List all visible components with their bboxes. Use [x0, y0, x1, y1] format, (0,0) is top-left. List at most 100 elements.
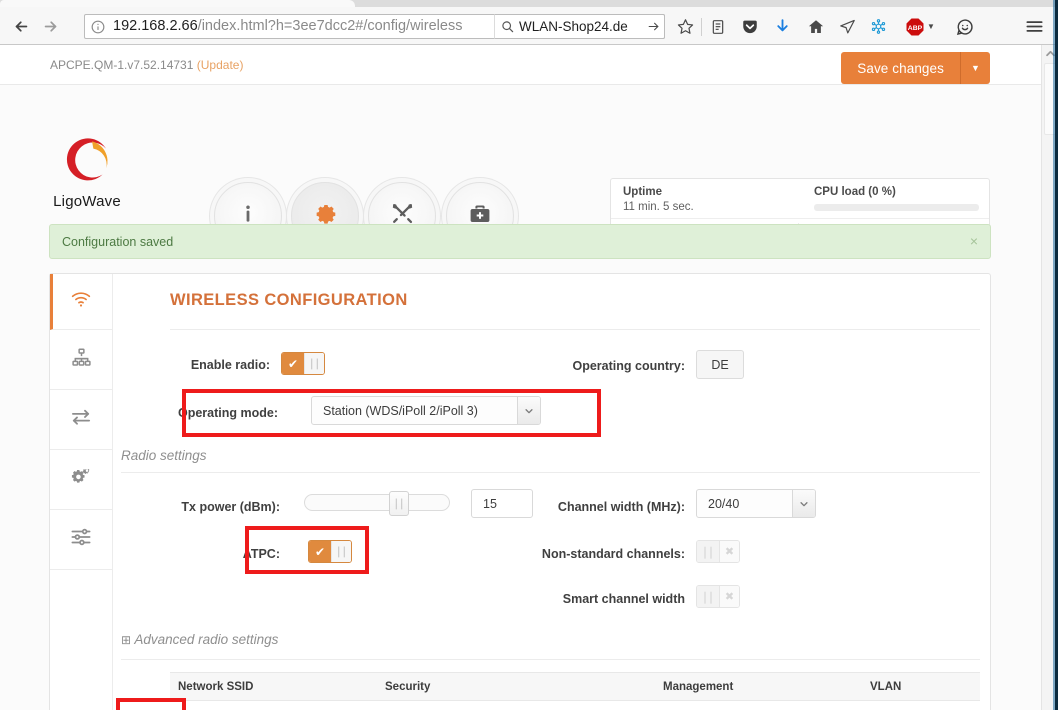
web-page-content: APCPE.QM-1.v7.52.14731 (Update) Save cha… [0, 45, 1041, 710]
toggle-checkmark-icon: ✔ [309, 541, 331, 562]
chevron-down-icon[interactable] [517, 397, 540, 424]
non-standard-channels-label: Non-standard channels: [541, 547, 685, 561]
toggle-checkmark-icon: ✔ [282, 353, 304, 374]
search-submit-arrow-icon[interactable] [642, 20, 664, 33]
save-changes-dropdown-caret-icon[interactable]: ▼ [961, 52, 990, 84]
operating-mode-label: Operating mode: [177, 406, 278, 420]
atpc-toggle[interactable]: ✔ ∣∣ [308, 540, 352, 563]
sidebar-item-traffic[interactable] [50, 390, 112, 450]
app-topbar: APCPE.QM-1.v7.52.14731 (Update) Save cha… [0, 45, 1041, 85]
atpc-label: ATPC: [242, 547, 280, 561]
column-header-vlan: VLAN [870, 681, 902, 693]
app-header: LigoWave Uptime 11 min. 5 sec. CPU load … [0, 85, 1041, 255]
uptime-label: Uptime [623, 186, 662, 198]
settings-icon-rail [50, 274, 113, 710]
chevron-down-icon[interactable] [792, 490, 815, 517]
column-header-management: Management [663, 681, 734, 693]
sliders-icon [70, 527, 92, 552]
save-changes-button[interactable]: Save changes [841, 52, 961, 84]
operating-mode-value: Station (WDS/iPoll 2/iPoll 3) [323, 403, 478, 418]
gears-icon [70, 466, 92, 493]
column-header-security: Security [385, 681, 431, 693]
title-divider [170, 329, 980, 330]
home-icon[interactable] [803, 14, 828, 39]
enable-radio-label: Enable radio: [190, 358, 270, 372]
firmware-update-link[interactable]: (Update) [197, 58, 244, 72]
tx-power-slider-handle[interactable]: ∣∣ [389, 491, 409, 516]
sidebar-item-system[interactable] [50, 510, 112, 570]
operating-country-label: Operating country: [572, 359, 685, 373]
bug-tracker-icon[interactable] [866, 14, 891, 39]
page-title: WIRELESS CONFIGURATION [170, 291, 408, 309]
cpu-load-label: CPU load (0 %) [814, 186, 896, 198]
wireless-configuration-panel: WIRELESS CONFIGURATION Enable radio: ✔ ∣… [49, 273, 991, 710]
cpu-load-bar [814, 204, 979, 211]
firmware-version: APCPE.QM-1.v7.52.14731 (Update) [50, 58, 243, 72]
back-button[interactable] [8, 13, 34, 39]
alert-configuration-saved: Configuration saved × [49, 224, 991, 259]
radio-settings-section-label: Radio settings [121, 448, 207, 463]
tx-power-label: Tx power (dBm): [181, 500, 280, 514]
search-input[interactable]: WLAN-Shop24.de [519, 15, 642, 38]
status-top-row: Uptime 11 min. 5 sec. CPU load (0 %) [611, 179, 989, 219]
tx-power-input[interactable]: 15 [471, 489, 533, 518]
send-paper-plane-icon[interactable] [835, 14, 860, 39]
alert-message: Configuration saved [62, 235, 174, 249]
close-icon[interactable]: × [970, 233, 978, 249]
non-standard-channels-toggle[interactable]: ∣∣ ✖ [696, 540, 740, 563]
operating-country-value[interactable]: DE [696, 350, 744, 379]
feedback-smiley-icon[interactable] [952, 14, 977, 39]
enable-radio-toggle[interactable]: ✔ ∣∣ [281, 352, 325, 375]
tx-power-slider[interactable]: ∣∣ [304, 491, 450, 516]
sidebar-item-wireless[interactable] [50, 274, 112, 330]
tab-strip [0, 0, 1058, 7]
advanced-radio-settings-label[interactable]: Advanced radio settings [134, 632, 278, 647]
brand-logo: LigoWave [42, 137, 132, 210]
forward-button[interactable] [37, 13, 63, 39]
exchange-arrows-icon [70, 408, 92, 431]
column-header-network-ssid: Network SSID [178, 681, 254, 693]
operating-mode-select[interactable]: Station (WDS/iPoll 2/iPoll 3) [311, 396, 541, 425]
channel-width-label: Channel width (MHz): [557, 500, 685, 514]
brand-name: LigoWave [53, 193, 121, 210]
channel-width-value: 20/40 [708, 496, 740, 511]
toggle-handle-icon: ∣∣ [303, 353, 324, 374]
toggle-handle-icon: ∣∣ [697, 586, 719, 607]
browser-tab-active[interactable] [0, 0, 355, 7]
expand-plus-icon[interactable]: ⊞ [121, 633, 131, 647]
svg-text:ABP: ABP [908, 24, 923, 31]
download-arrow-icon[interactable] [770, 14, 795, 39]
toggle-cross-icon: ✖ [718, 586, 739, 607]
reader-list-icon[interactable] [705, 14, 730, 39]
toolbar-divider [701, 18, 702, 36]
table-header-row: Network SSID Security Management VLAN [170, 672, 980, 701]
radio-settings-divider [121, 472, 980, 473]
table-row: LigoDLB WPA/WPA2 Personal Enabled -- [170, 701, 980, 710]
bookmark-star-icon[interactable] [673, 14, 698, 39]
firmware-version-text: APCPE.QM-1.v7.52.14731 [50, 58, 194, 72]
channel-width-select[interactable]: 20/40 [696, 489, 816, 518]
info-circle-icon[interactable] [85, 15, 111, 38]
ssid-table: Network SSID Security Management VLAN Li… [170, 672, 980, 710]
toggle-cross-icon: ✖ [718, 541, 739, 562]
advanced-divider [121, 659, 980, 660]
browser-chrome: 192.168.2.66/index.html?h=3ee7dcc2#/conf… [0, 0, 1058, 45]
advanced-radio-settings-toggle[interactable]: ⊞ Advanced radio settings [121, 632, 278, 647]
sidebar-item-network[interactable] [50, 330, 112, 390]
search-icon [495, 20, 519, 33]
sidebar-item-services[interactable] [50, 450, 112, 510]
url-path: /index.html?h=3ee7dcc2#/config/wireless [197, 18, 463, 34]
hamburger-menu-icon[interactable] [1022, 14, 1047, 39]
toggle-handle-icon: ∣∣ [330, 541, 351, 562]
search-bar[interactable]: WLAN-Shop24.de [494, 14, 665, 39]
ligowave-logo-icon [59, 137, 115, 189]
toggle-handle-icon: ∣∣ [697, 541, 719, 562]
adblock-plus-icon[interactable]: ABP ▼ [903, 14, 937, 39]
smart-channel-width-toggle[interactable]: ∣∣ ✖ [696, 585, 740, 608]
network-tree-icon [71, 347, 92, 373]
save-changes-group: Save changes ▼ [841, 52, 990, 84]
url-host: 192.168.2.66 [113, 18, 198, 34]
pocket-icon[interactable] [737, 14, 762, 39]
smart-channel-width-label: Smart channel width [562, 592, 685, 606]
browser-navigation-bar: 192.168.2.66/index.html?h=3ee7dcc2#/conf… [0, 7, 1058, 44]
